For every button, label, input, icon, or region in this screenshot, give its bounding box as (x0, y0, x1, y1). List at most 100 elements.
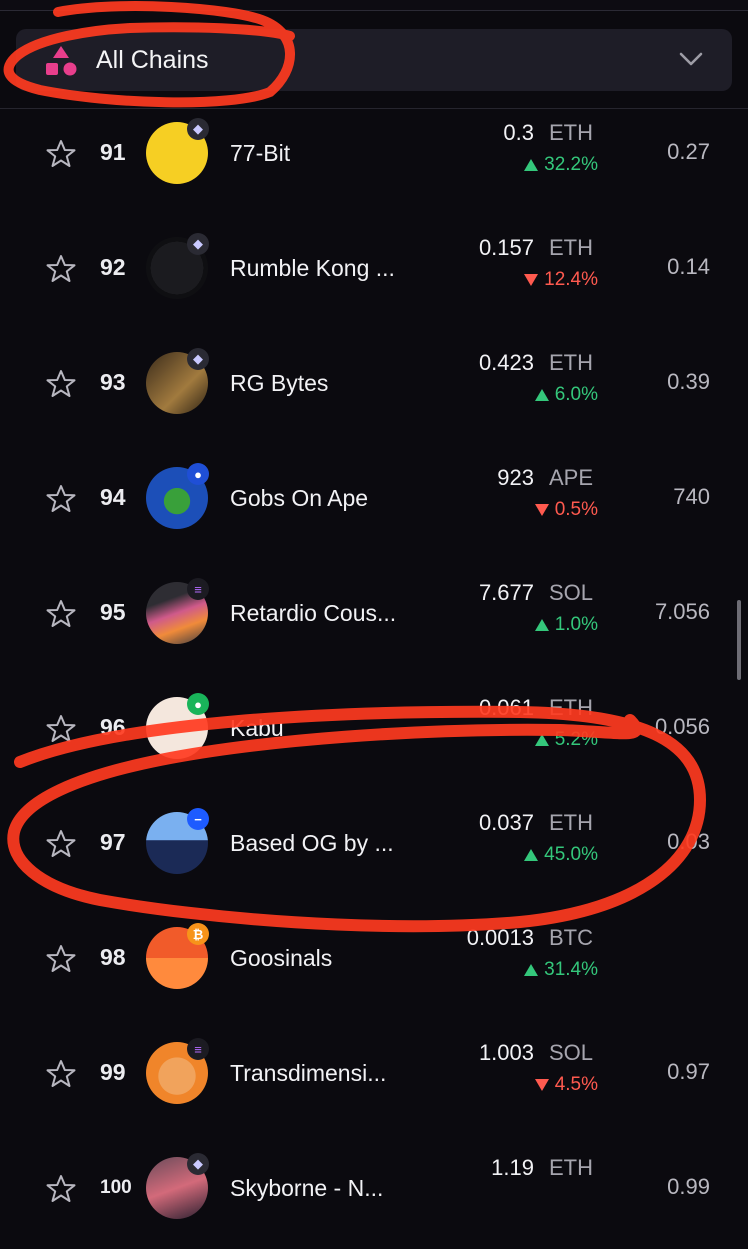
price-change: 5.2% (534, 729, 598, 751)
triangle-down-icon (534, 1079, 549, 1091)
triangle-up-icon (524, 964, 539, 976)
collection-row[interactable]: 99 ≡ Transdimensi... 1.003 SOL 4.5% 0.97 (0, 1034, 748, 1134)
secondary-value: 0.97 (667, 1059, 710, 1084)
collection-row[interactable]: 94 ● Gobs On Ape 923 APE 0.5% 740 (0, 459, 748, 559)
collection-row[interactable]: 92 ◆ Rumble Kong ... 0.157 ETH 12.4% 0.14 (0, 229, 748, 329)
price-change-value: 1.0% (554, 614, 598, 635)
price-currency: ETH (549, 810, 593, 835)
triangle-up-icon (534, 389, 549, 401)
price-change: 4.5% (534, 1074, 598, 1096)
floor-price: 7.677 (478, 580, 534, 605)
rank-number: 94 (100, 484, 126, 510)
price-currency: ETH (549, 235, 593, 260)
price-change: 31.4% (524, 959, 598, 981)
secondary-value: 7.056 (654, 599, 710, 624)
rank-number: 92 (100, 254, 126, 280)
price-change-value: 32.2% (544, 154, 598, 175)
star-icon[interactable] (46, 254, 76, 284)
rank-number: 96 (100, 714, 126, 740)
secondary-value: 0.056 (654, 714, 710, 739)
collection-list: 91 ◆ 77-Bit 0.3 ETH 32.2% 0.27 92 ◆ Rumble Kong .… (0, 0, 748, 1219)
rank-number: 93 (100, 369, 126, 395)
rank-number: 95 (100, 599, 126, 625)
floor-price: 923 (497, 465, 534, 490)
eth-chain-icon: ◆ (187, 348, 209, 370)
sol-chain-icon: ≡ (187, 1038, 209, 1060)
price-currency: ETH (549, 1155, 593, 1180)
floor-price: 0.061 (478, 695, 534, 720)
price-change-value: 31.4% (544, 959, 598, 980)
collection-row[interactable]: 91 ◆ 77-Bit 0.3 ETH 32.2% 0.27 (0, 114, 748, 214)
price-change-value: 45.0% (544, 844, 598, 865)
price-currency: APE (549, 465, 594, 490)
star-icon[interactable] (46, 484, 76, 514)
price-change-value: 0.5% (554, 499, 598, 520)
price-currency: SOL (549, 1040, 594, 1065)
price-change: 1.0% (534, 614, 598, 636)
star-icon[interactable] (46, 139, 76, 169)
secondary-value: 0.14 (667, 254, 710, 279)
price-change-value: 4.5% (554, 1074, 598, 1095)
secondary-value: 740 (673, 484, 710, 509)
collection-name[interactable]: Goosinals (230, 945, 332, 972)
price-change: 0.5% (534, 499, 598, 521)
scrollbar[interactable] (737, 600, 741, 680)
collection-name[interactable]: Retardio Cous... (230, 600, 396, 627)
floor-price: 0.157 (478, 235, 534, 260)
eth-chain-icon: ◆ (187, 118, 209, 140)
price-change-value: 5.2% (554, 729, 598, 750)
price-currency: ETH (549, 350, 593, 375)
star-icon[interactable] (46, 944, 76, 974)
collection-name[interactable]: RG Bytes (230, 370, 328, 397)
eth-chain-icon: ◆ (187, 1153, 209, 1175)
btc-chain-icon: ₿ (187, 923, 209, 945)
price-change: 6.0% (534, 384, 598, 406)
price-currency: ETH (549, 120, 593, 145)
collection-name[interactable]: Rumble Kong ... (230, 255, 395, 282)
collection-name[interactable]: Skyborne - N... (230, 1175, 383, 1202)
price-currency: SOL (549, 580, 594, 605)
star-icon[interactable] (46, 714, 76, 744)
ape-chain-icon: ● (187, 463, 209, 485)
collection-row[interactable]: 100 ◆ Skyborne - N... 1.19 ETH 0.99 (0, 1149, 748, 1249)
floor-price: 0.0013 (466, 925, 534, 950)
triangle-up-icon (534, 734, 549, 746)
triangle-up-icon (534, 619, 549, 631)
green-chain-icon: ● (187, 693, 209, 715)
floor-price: 1.19 (491, 1155, 534, 1180)
collection-name[interactable]: 77-Bit (230, 140, 290, 167)
secondary-value: 0.99 (667, 1174, 710, 1199)
secondary-value: 0.03 (667, 829, 710, 854)
price-change-value: 6.0% (554, 384, 598, 405)
secondary-value: 0.39 (667, 369, 710, 394)
base-chain-icon: − (187, 808, 209, 830)
triangle-up-icon (524, 159, 539, 171)
collection-row[interactable]: 96 ● Kabu 0.061 ETH 5.2% 0.056 (0, 689, 748, 789)
collection-row[interactable]: 93 ◆ RG Bytes 0.423 ETH 6.0% 0.39 (0, 344, 748, 444)
star-icon[interactable] (46, 1059, 76, 1089)
collection-row[interactable]: 98 ₿ Goosinals 0.0013 BTC 31.4% (0, 919, 748, 1019)
collection-name[interactable]: Kabu (230, 715, 284, 742)
floor-price: 0.037 (478, 810, 534, 835)
collection-row[interactable]: 97 − Based OG by ... 0.037 ETH 45.0% 0.03 (0, 804, 748, 904)
collection-name[interactable]: Transdimensi... (230, 1060, 386, 1087)
rank-number: 100 (100, 1177, 132, 1198)
secondary-value: 0.27 (667, 139, 710, 164)
price-change: 32.2% (524, 154, 598, 176)
floor-price: 0.3 (503, 120, 534, 145)
collection-row[interactable]: 95 ≡ Retardio Cous... 7.677 SOL 1.0% 7.056 (0, 574, 748, 674)
price-currency: BTC (549, 925, 593, 950)
star-icon[interactable] (46, 829, 76, 859)
floor-price: 0.423 (478, 350, 534, 375)
floor-price: 1.003 (478, 1040, 534, 1065)
triangle-down-icon (534, 504, 549, 516)
eth-chain-icon: ◆ (187, 233, 209, 255)
price-change-value: 12.4% (544, 269, 598, 290)
triangle-up-icon (524, 849, 539, 861)
price-change: 12.4% (524, 269, 598, 291)
collection-name[interactable]: Gobs On Ape (230, 485, 368, 512)
star-icon[interactable] (46, 369, 76, 399)
rank-number: 97 (100, 829, 126, 855)
collection-name[interactable]: Based OG by ... (230, 830, 394, 857)
star-icon[interactable] (46, 599, 76, 629)
